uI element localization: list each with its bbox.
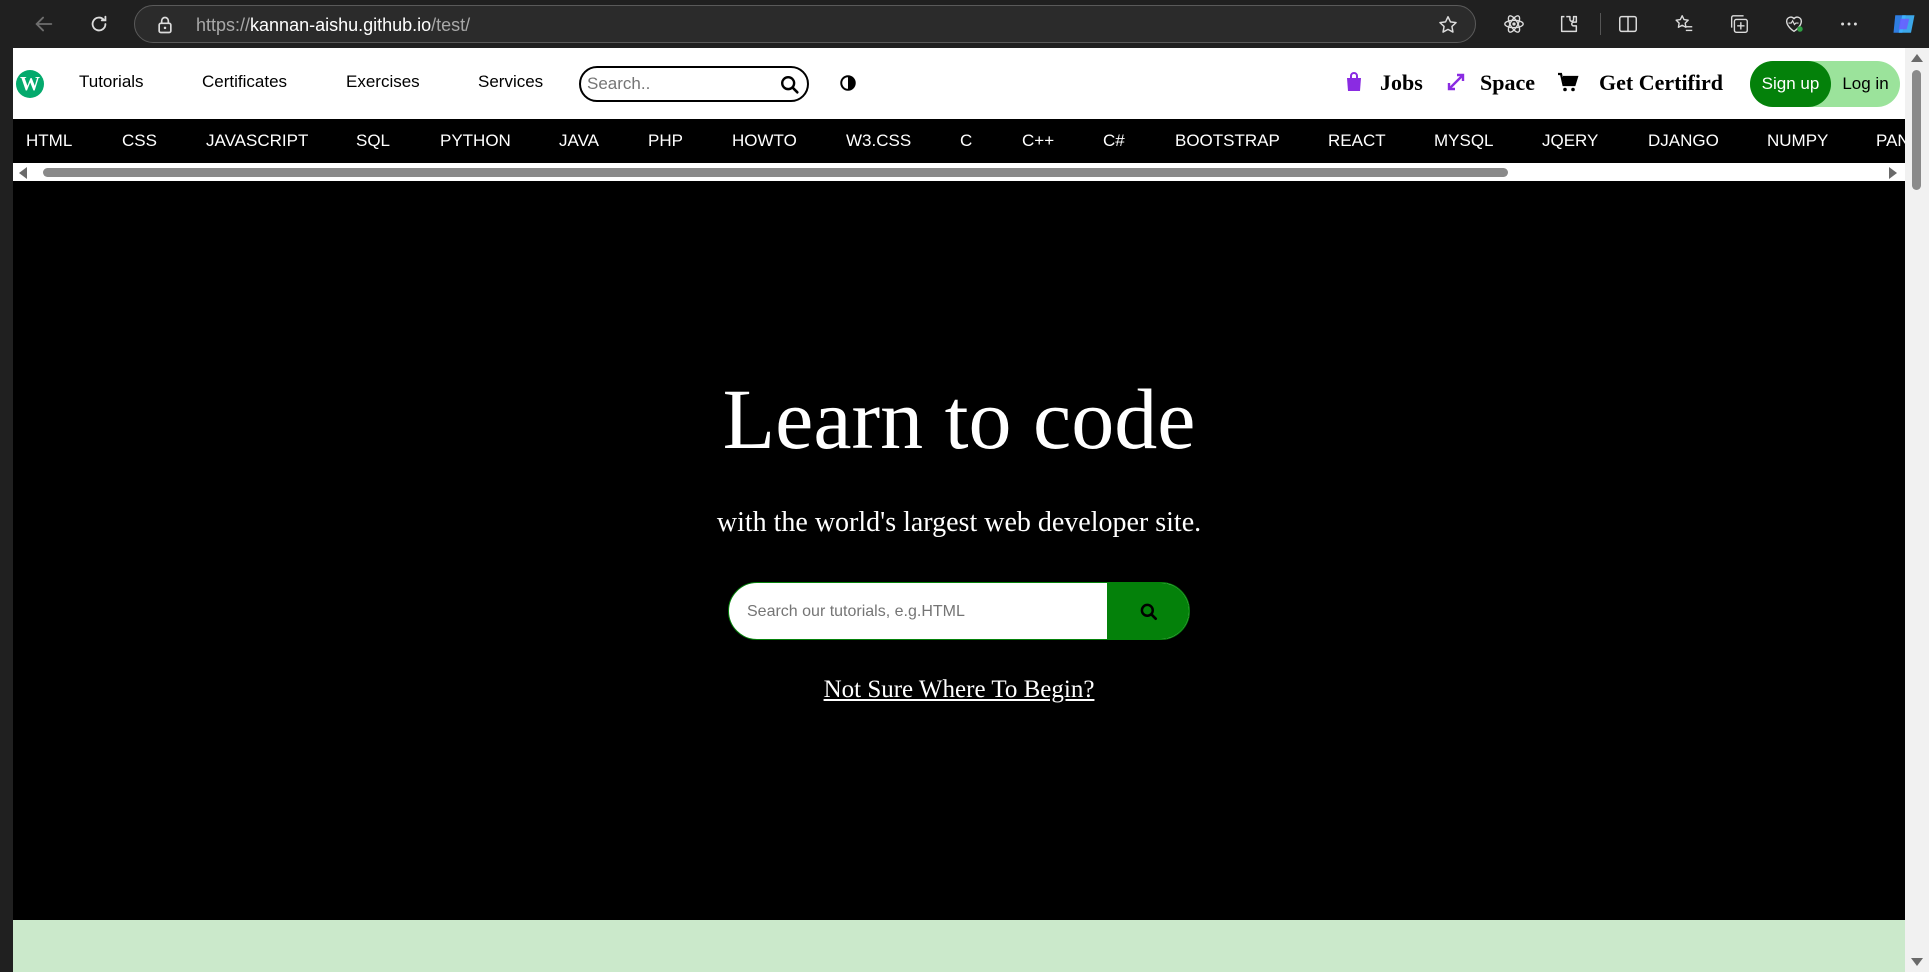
cart-icon [1558, 72, 1579, 92]
hero-title: Learn to code [722, 371, 1196, 467]
topic-sql[interactable]: SQL [356, 131, 390, 151]
topic-c[interactable]: C [960, 131, 972, 151]
more-button[interactable] [1835, 10, 1863, 38]
collections-button[interactable] [1725, 10, 1753, 38]
topic-react[interactable]: REACT [1328, 131, 1386, 151]
menu-item-certificates[interactable]: Certificates [202, 72, 287, 92]
login-button[interactable]: Log in [1831, 61, 1900, 107]
favorites-icon [1675, 15, 1693, 32]
topic-numpy[interactable]: NUMPY [1767, 131, 1828, 151]
site-logo[interactable]: W [16, 70, 44, 98]
split-screen-icon [1619, 15, 1637, 33]
split-screen-button[interactable] [1614, 10, 1642, 38]
site-search-input[interactable] [587, 73, 777, 95]
topic-django[interactable]: DJANGO [1648, 131, 1719, 151]
url-text[interactable]: https://kannan-aishu.github.io/test/ [196, 15, 470, 36]
topics-horizontal-scrollbar[interactable] [13, 163, 1905, 181]
page-vertical-scrollbar[interactable] [1905, 48, 1929, 972]
more-icon [1841, 22, 1857, 26]
scroll-left-arrow-icon[interactable] [19, 167, 27, 179]
horizontal-scroll-thumb[interactable] [43, 168, 1508, 177]
hero-section: Learn to code with the world's largest w… [13, 181, 1905, 920]
copilot-icon [1893, 15, 1915, 33]
extension-icon [1560, 15, 1578, 33]
favorite-star-icon[interactable] [1437, 14, 1459, 36]
heart-pulse-icon [1785, 16, 1803, 33]
back-button[interactable] [28, 8, 60, 40]
auth-buttons: Sign up Log in [1750, 61, 1900, 107]
menu-item-tutorials[interactable]: Tutorials [79, 72, 144, 92]
address-bar[interactable]: https://kannan-aishu.github.io/test/ [134, 5, 1476, 43]
topic-pandas[interactable]: PAN [1876, 131, 1905, 151]
search-icon [1140, 603, 1157, 620]
reload-icon [91, 15, 107, 32]
browser-toolbar: https://kannan-aishu.github.io/test/ [0, 0, 1929, 48]
get-certified-link[interactable]: Get Certifird [1599, 70, 1723, 96]
menu-item-services[interactable]: Services [478, 72, 543, 92]
topic-java[interactable]: JAVA [559, 131, 599, 151]
topic-bootstrap[interactable]: BOOTSTRAP [1175, 131, 1280, 151]
scroll-up-arrow-icon[interactable] [1911, 54, 1923, 62]
scroll-right-arrow-icon[interactable] [1889, 167, 1897, 179]
topic-cpp[interactable]: C++ [1022, 131, 1054, 151]
next-section-band [13, 920, 1905, 972]
menu-item-exercises[interactable]: Exercises [346, 72, 420, 92]
extensions-button[interactable] [1555, 10, 1583, 38]
url-prefix: https:// [196, 15, 251, 35]
space-link[interactable]: Space [1480, 70, 1535, 96]
react-devtools-button[interactable] [1500, 10, 1528, 38]
toolbar-separator [1600, 13, 1601, 35]
search-icon[interactable] [779, 74, 801, 96]
topic-howto[interactable]: HOWTO [732, 131, 797, 151]
topic-python[interactable]: PYTHON [440, 131, 511, 151]
url-path: /test/ [431, 15, 471, 35]
copilot-button[interactable] [1888, 8, 1920, 40]
collections-icon [1730, 15, 1748, 33]
topic-mysql[interactable]: MYSQL [1434, 131, 1494, 151]
tutorial-search-button[interactable] [1107, 583, 1189, 639]
lock-icon[interactable] [155, 15, 175, 35]
top-navigation: W Tutorials Certificates Exercises Servi… [13, 48, 1905, 119]
hero-subtitle: with the world's largest web developer s… [716, 507, 1202, 538]
topic-html[interactable]: HTML [26, 131, 72, 151]
topic-w3css[interactable]: W3.CSS [846, 131, 911, 151]
topics-bar: HTML CSS JAVASCRIPT SQL PYTHON JAVA PHP … [13, 119, 1905, 163]
topic-csharp[interactable]: C# [1103, 131, 1125, 151]
tutorial-search-box [728, 582, 1190, 640]
not-sure-where-to-begin-link[interactable]: Not Sure Where To Begin? [13, 676, 1905, 704]
back-arrow-icon [35, 16, 53, 32]
reload-button[interactable] [83, 8, 115, 40]
topic-php[interactable]: PHP [648, 131, 683, 151]
url-host: kannan-aishu.github.io [250, 15, 432, 35]
signup-button[interactable]: Sign up [1750, 61, 1831, 107]
site-search-box [579, 66, 809, 102]
jobs-link[interactable]: Jobs [1380, 70, 1423, 96]
contrast-icon[interactable] [839, 74, 857, 92]
react-atom-icon [1504, 15, 1524, 33]
favorites-button[interactable] [1670, 10, 1698, 38]
topic-css[interactable]: CSS [122, 131, 157, 151]
topic-jqery[interactable]: JQERY [1542, 131, 1598, 151]
vertical-scroll-thumb[interactable] [1912, 70, 1921, 190]
page-viewport: W Tutorials Certificates Exercises Servi… [13, 48, 1905, 972]
space-arrows-icon [1447, 73, 1465, 91]
scroll-down-arrow-icon[interactable] [1911, 958, 1923, 966]
topic-javascript[interactable]: JAVASCRIPT [206, 131, 308, 151]
tutorial-search-input[interactable] [747, 600, 1097, 624]
browser-essentials-button[interactable] [1780, 10, 1808, 38]
jobs-bag-icon [1347, 72, 1361, 91]
